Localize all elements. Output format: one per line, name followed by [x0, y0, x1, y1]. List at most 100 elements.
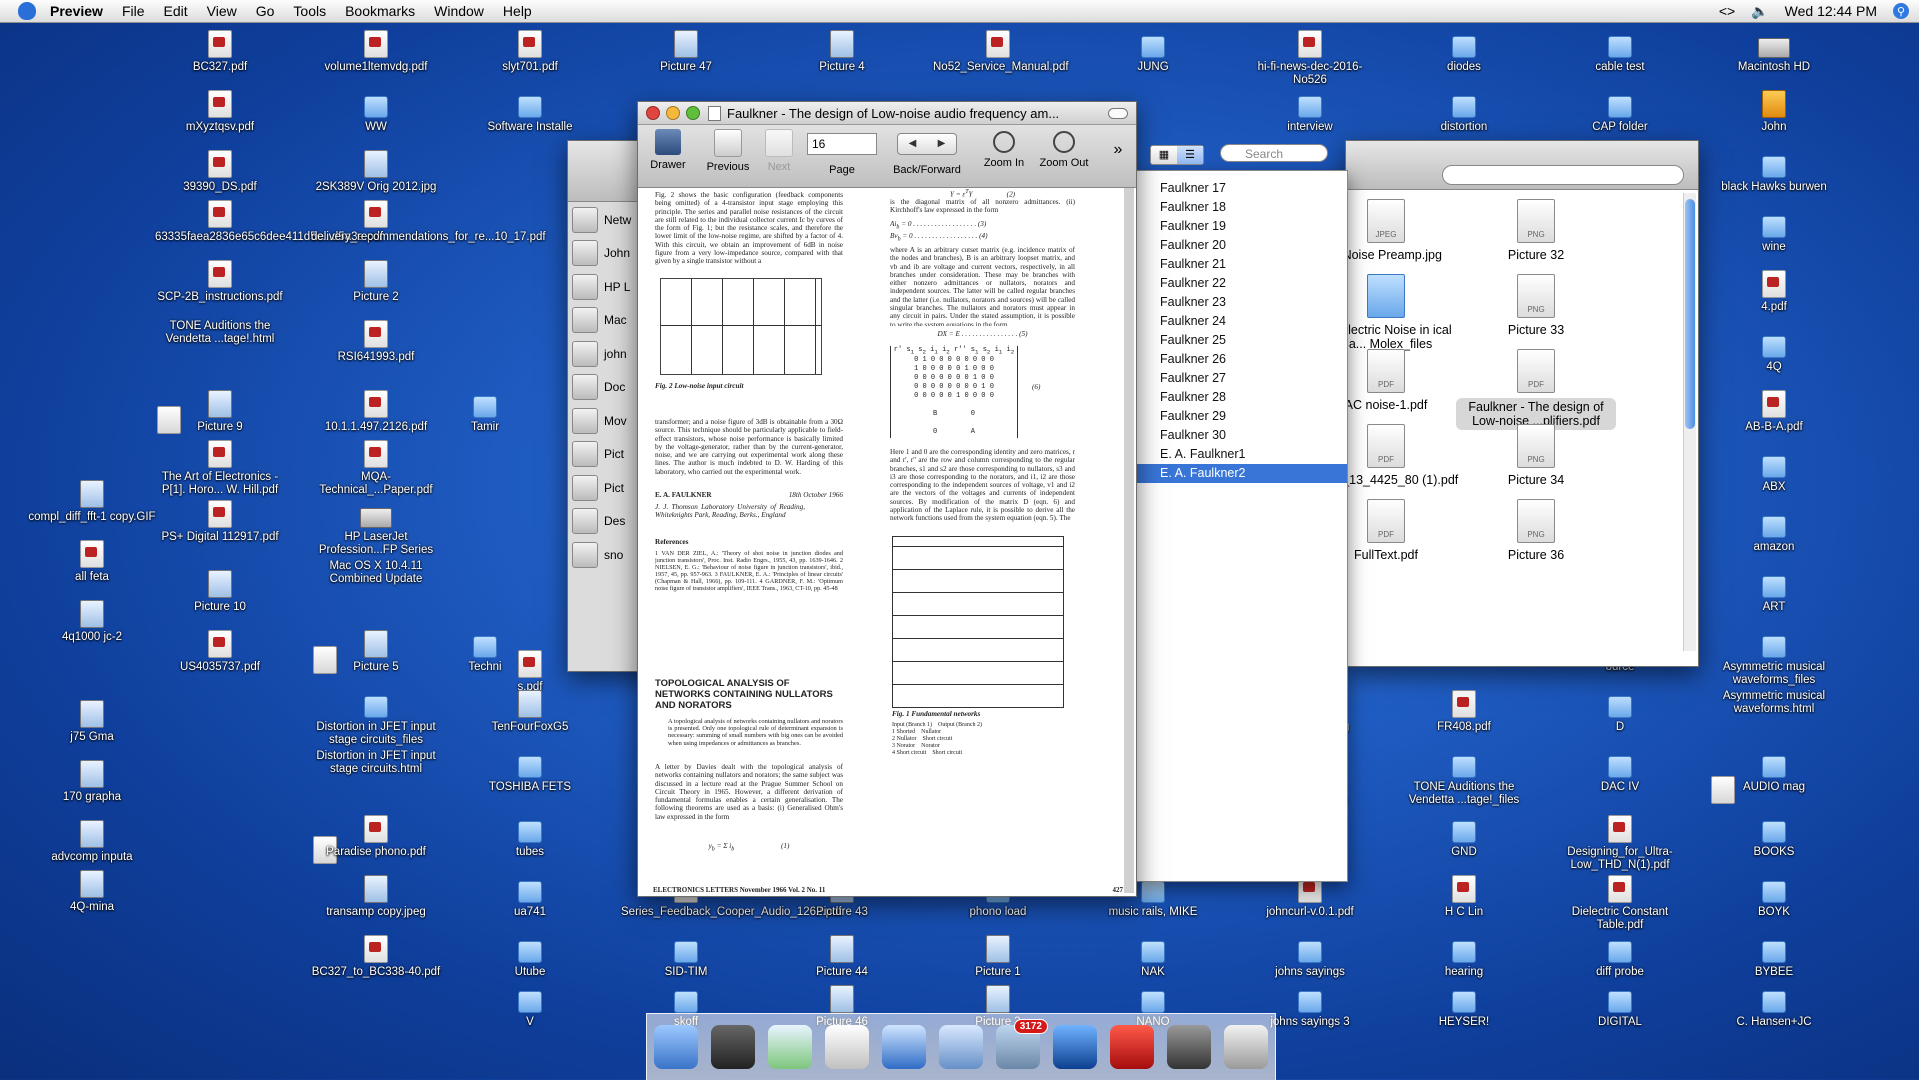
drawer-page-row[interactable]: Faulkner 26: [1136, 350, 1347, 369]
drawer-page-row[interactable]: Faulkner 27: [1136, 369, 1347, 388]
desktop-icon[interactable]: SID-TIM: [621, 935, 751, 979]
desktop-icon[interactable]: SCP-2B_instructions.pdf: [155, 260, 285, 304]
display-icon[interactable]: [824, 1025, 869, 1069]
thumbnail-view-icon[interactable]: ▦: [1151, 146, 1177, 164]
forward-arrow-icon[interactable]: ▶: [927, 134, 956, 154]
trash-icon[interactable]: [1224, 1025, 1269, 1069]
zoom-in-button[interactable]: Zoom In: [976, 129, 1032, 169]
desktop-icon[interactable]: tubes: [465, 815, 595, 859]
desktop-icon[interactable]: all feta: [27, 540, 157, 584]
desktop-icon[interactable]: Picture 47: [621, 30, 751, 74]
finder-file-item[interactable]: PNG Picture 34: [1456, 424, 1616, 487]
drawer-page-row[interactable]: Faulkner 21: [1136, 255, 1347, 274]
desktop-icon[interactable]: C. Hansen+JC: [1709, 985, 1839, 1029]
desktop-icon[interactable]: NAK: [1088, 935, 1218, 979]
itunes-icon[interactable]: [767, 1025, 812, 1069]
mail-icon[interactable]: 3172: [996, 1019, 1048, 1069]
menu-go[interactable]: Go: [256, 3, 275, 19]
desktop-icon[interactable]: compl_diff_fft-1 copy.GIF: [27, 480, 157, 524]
menu-app-preview[interactable]: Preview: [50, 3, 103, 19]
desktop-icon[interactable]: volume1ltemvdg.pdf: [311, 30, 441, 74]
desktop-icon[interactable]: delivery_recommendations_for_re...10_17.…: [311, 200, 546, 244]
drawer-page-row[interactable]: E. A. Faulkner2: [1136, 464, 1347, 483]
network-icon[interactable]: [1053, 1025, 1098, 1069]
desktop-icon[interactable]: diodes: [1399, 30, 1529, 74]
desktop-icon[interactable]: wine: [1709, 210, 1839, 254]
utilities-icon[interactable]: [1167, 1025, 1212, 1069]
toolbar-toggle-button[interactable]: [1108, 107, 1128, 119]
desktop-icon[interactable]: RSI641993.pdf: [311, 320, 441, 364]
drawer-page-row[interactable]: Faulkner 28: [1136, 388, 1347, 407]
desktop-icon[interactable]: TOSHIBA FETS: [465, 750, 595, 794]
desktop-icon[interactable]: diff probe: [1555, 935, 1685, 979]
drawer-page-row[interactable]: Faulkner 22: [1136, 274, 1347, 293]
close-button[interactable]: [646, 106, 660, 120]
desktop-icon[interactable]: GND: [1399, 815, 1529, 859]
finder-file-item[interactable]: PDF Faulkner - The design of Low-noise ..…: [1456, 349, 1616, 430]
spotlight-icon[interactable]: ⚲: [1893, 3, 1909, 19]
desktop-icon[interactable]: JUNG: [1088, 30, 1218, 74]
desktop-icon[interactable]: Picture 4: [777, 30, 907, 74]
desktop-icon[interactable]: johns sayings: [1245, 935, 1375, 979]
desktop-icon[interactable]: Dielectric Constant Table.pdf: [1555, 875, 1685, 932]
drawer-page-row[interactable]: Faulkner 24: [1136, 312, 1347, 331]
menu-clock[interactable]: Wed 12:44 PM: [1785, 3, 1877, 19]
desktop-icon[interactable]: Utube: [465, 935, 595, 979]
desktop-icon[interactable]: hi-fi-news-dec-2016-No526: [1245, 30, 1375, 87]
desktop-icon[interactable]: Picture 9: [155, 390, 285, 434]
finder-file-item[interactable]: PNG Picture 33: [1456, 274, 1616, 337]
apple-icon[interactable]: [18, 2, 36, 20]
menu-edit[interactable]: Edit: [164, 3, 188, 19]
drawer-page-row[interactable]: Faulkner 30: [1136, 426, 1347, 445]
desktop-icon[interactable]: 170 grapha: [27, 760, 157, 804]
menu-window[interactable]: Window: [434, 3, 484, 19]
title-bar[interactable]: Faulkner - The design of Low-noise audio…: [638, 102, 1136, 125]
desktop-icon[interactable]: BC327_to_BC338-40.pdf: [311, 935, 441, 979]
drawer-page-row[interactable]: Faulkner 18: [1136, 198, 1347, 217]
list-view-icon[interactable]: ☰: [1177, 146, 1203, 164]
preview-icon[interactable]: [938, 1025, 983, 1069]
desktop-icon[interactable]: 39390_DS.pdf: [155, 150, 285, 194]
desktop-icon[interactable]: WW: [311, 90, 441, 134]
desktop-icon[interactable]: interview: [1245, 90, 1375, 134]
desktop-icon[interactable]: HEYSER!: [1399, 985, 1529, 1029]
desktop-icon[interactable]: AB-B-A.pdf: [1709, 390, 1839, 434]
desktop-icon[interactable]: Asymmetric musical waveforms.html: [1709, 690, 1839, 804]
desktop-icon[interactable]: Distortion in JFET input stage circuits_…: [311, 690, 441, 747]
desktop-icon[interactable]: Paradise phono.pdf: [311, 815, 441, 859]
desktop-icon[interactable]: ua741: [465, 875, 595, 919]
drawer-page-row[interactable]: E. A. Faulkner1: [1136, 445, 1347, 464]
finder-file-item[interactable]: PNG Picture 32: [1456, 199, 1616, 262]
toolbar-overflow-button[interactable]: »: [1108, 141, 1128, 159]
document-proxy-icon[interactable]: [708, 105, 721, 121]
drawer-view-toggle[interactable]: ▦ ☰: [1150, 145, 1204, 165]
desktop-icon[interactable]: hearing: [1399, 935, 1529, 979]
next-button[interactable]: Next: [756, 129, 802, 173]
desktop-icon[interactable]: MQA-Technical_...Paper.pdf: [311, 440, 441, 497]
finder-search-field[interactable]: [1442, 165, 1684, 185]
drawer-page-row[interactable]: Faulkner 20: [1136, 236, 1347, 255]
pdf-page[interactable]: Fig. 2 shows the basic configuration (fe…: [640, 188, 1134, 893]
zoom-button[interactable]: [686, 106, 700, 120]
menu-tools[interactable]: Tools: [293, 3, 326, 19]
desktop-icon[interactable]: distortion: [1399, 90, 1529, 134]
drawer-search-input[interactable]: Search: [1220, 144, 1328, 162]
drawer-page-row[interactable]: Faulkner 17: [1136, 179, 1347, 198]
desktop-icon[interactable]: DAC IV: [1555, 750, 1685, 794]
desktop-icon[interactable]: V: [465, 985, 595, 1029]
drawer-button[interactable]: Drawer: [642, 129, 694, 171]
desktop-icon[interactable]: transamp copy.jpeg: [311, 875, 441, 919]
desktop-icon[interactable]: BYBEE: [1709, 935, 1839, 979]
desktop-icon[interactable]: BOOKS: [1709, 815, 1839, 859]
desktop-icon[interactable]: TenFourFoxG5: [465, 690, 595, 734]
page-number-input[interactable]: 16: [807, 133, 877, 155]
desktop-icon[interactable]: 4q1000 jc-2: [27, 600, 157, 644]
desktop-icon[interactable]: US4035737.pdf: [155, 630, 285, 674]
menu-help[interactable]: Help: [503, 3, 532, 19]
desktop-icon[interactable]: Picture 44: [777, 935, 907, 979]
menu-file[interactable]: File: [122, 3, 145, 19]
acrobat-icon[interactable]: [1110, 1025, 1155, 1069]
desktop-icon[interactable]: Designing_for_Ultra-Low_THD_N(1).pdf: [1555, 815, 1685, 872]
desktop-icon[interactable]: Asymmetric musical waveforms_files: [1709, 630, 1839, 687]
desktop-icon[interactable]: slyt701.pdf: [465, 30, 595, 74]
